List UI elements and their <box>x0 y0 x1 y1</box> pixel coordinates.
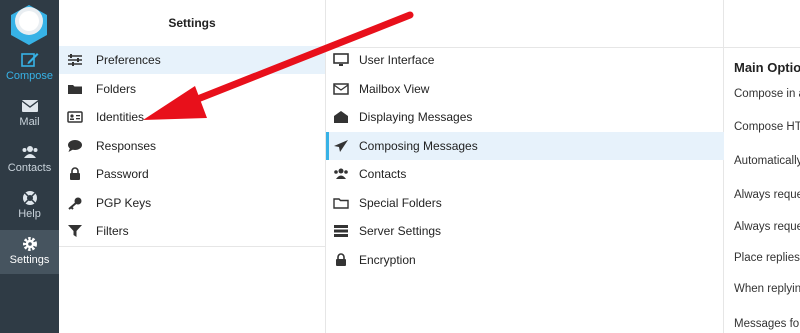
nav-help-label: Help <box>18 208 41 220</box>
settings-item-pgp-keys[interactable]: PGP Keys <box>59 189 325 217</box>
settings-item-label: Preferences <box>96 53 161 67</box>
section-contacts[interactable]: Contacts <box>326 160 723 188</box>
nav-settings[interactable]: Settings <box>0 230 59 274</box>
option-label[interactable]: Compose HTM <box>734 121 800 133</box>
lock-icon <box>336 253 346 266</box>
nav-contacts[interactable]: Contacts <box>0 138 59 182</box>
options-title: Main Optio <box>734 60 800 75</box>
logo-icon <box>11 5 47 45</box>
section-label: Mailbox View <box>359 82 430 96</box>
settings-item-label: PGP Keys <box>96 196 152 210</box>
paper-plane-icon <box>334 140 348 152</box>
settings-item-responses[interactable]: Responses <box>59 132 325 160</box>
settings-item-password[interactable]: Password <box>59 160 325 188</box>
section-label: Special Folders <box>359 196 442 210</box>
nav-mail[interactable]: Mail <box>0 92 59 136</box>
divider <box>59 246 325 247</box>
option-label[interactable]: Messages for <box>734 318 800 330</box>
preferences-sections: User Interface Mailbox View Displaying M… <box>326 0 726 333</box>
section-user-interface[interactable]: User Interface <box>326 46 723 74</box>
envelope-open-icon <box>334 111 348 123</box>
comment-icon <box>68 140 82 152</box>
lifebuoy-icon <box>22 191 37 205</box>
section-displaying-messages[interactable]: Displaying Messages <box>326 103 723 131</box>
envelope-outline-icon <box>333 83 349 95</box>
key-icon <box>68 197 82 210</box>
nav-compose-label: Compose <box>5 70 54 82</box>
section-special-folders[interactable]: Special Folders <box>326 189 723 217</box>
option-label[interactable]: When replying <box>734 283 800 295</box>
section-label: Server Settings <box>359 224 442 238</box>
monitor-icon <box>333 53 349 66</box>
settings-item-label: Password <box>96 167 149 181</box>
nav-help[interactable]: Help <box>0 184 59 228</box>
section-composing-messages[interactable]: Composing Messages <box>326 132 726 160</box>
users-icon <box>334 168 348 179</box>
lock-icon <box>70 167 80 180</box>
option-label[interactable]: Always reque <box>734 189 800 201</box>
option-label[interactable]: Compose in a <box>734 88 800 100</box>
section-label: User Interface <box>359 53 435 67</box>
settings-item-label: Folders <box>96 82 137 96</box>
section-label: Composing Messages <box>359 139 478 153</box>
id-card-icon <box>67 111 83 123</box>
nav-mail-label: Mail <box>19 116 40 128</box>
gear-icon <box>22 237 37 251</box>
settings-item-identities[interactable]: Identities <box>59 103 325 131</box>
edit-icon <box>20 53 38 67</box>
section-label: Displaying Messages <box>359 110 473 124</box>
settings-item-label: Filters <box>96 224 129 238</box>
option-label[interactable]: Place replies i <box>734 252 800 264</box>
option-label[interactable]: Automatically <box>734 155 800 167</box>
folder-icon <box>68 85 82 94</box>
folder-outline-icon <box>333 198 349 209</box>
section-label: Encryption <box>359 253 416 267</box>
sections-header <box>326 0 723 48</box>
section-encryption[interactable]: Encryption <box>326 246 723 274</box>
settings-item-preferences[interactable]: Preferences <box>59 46 325 74</box>
nav-settings-label: Settings <box>9 254 50 266</box>
sliders-icon <box>68 54 82 66</box>
section-label: Contacts <box>359 167 407 181</box>
filter-icon <box>68 225 82 237</box>
envelope-icon <box>21 100 38 112</box>
nav-contacts-label: Contacts <box>7 162 52 174</box>
options-panel: Main Optio Compose in a Compose HTM Auto… <box>724 0 800 333</box>
settings-list: Settings Preferences Folders Identities … <box>59 0 326 333</box>
option-label[interactable]: Always reque <box>734 221 800 233</box>
settings-item-folders[interactable]: Folders <box>59 75 325 103</box>
settings-item-label: Identities <box>96 110 145 124</box>
section-server-settings[interactable]: Server Settings <box>326 217 723 245</box>
settings-item-filters[interactable]: Filters <box>59 217 325 245</box>
section-mailbox-view[interactable]: Mailbox View <box>326 75 723 103</box>
settings-title: Settings <box>59 0 325 48</box>
users-icon <box>22 146 37 158</box>
options-header <box>724 0 800 48</box>
settings-item-label: Responses <box>96 139 157 153</box>
nav-compose[interactable]: Compose <box>0 46 59 90</box>
app-nav: Compose Mail Contacts Help Settings <box>0 0 59 333</box>
server-icon <box>334 225 348 237</box>
